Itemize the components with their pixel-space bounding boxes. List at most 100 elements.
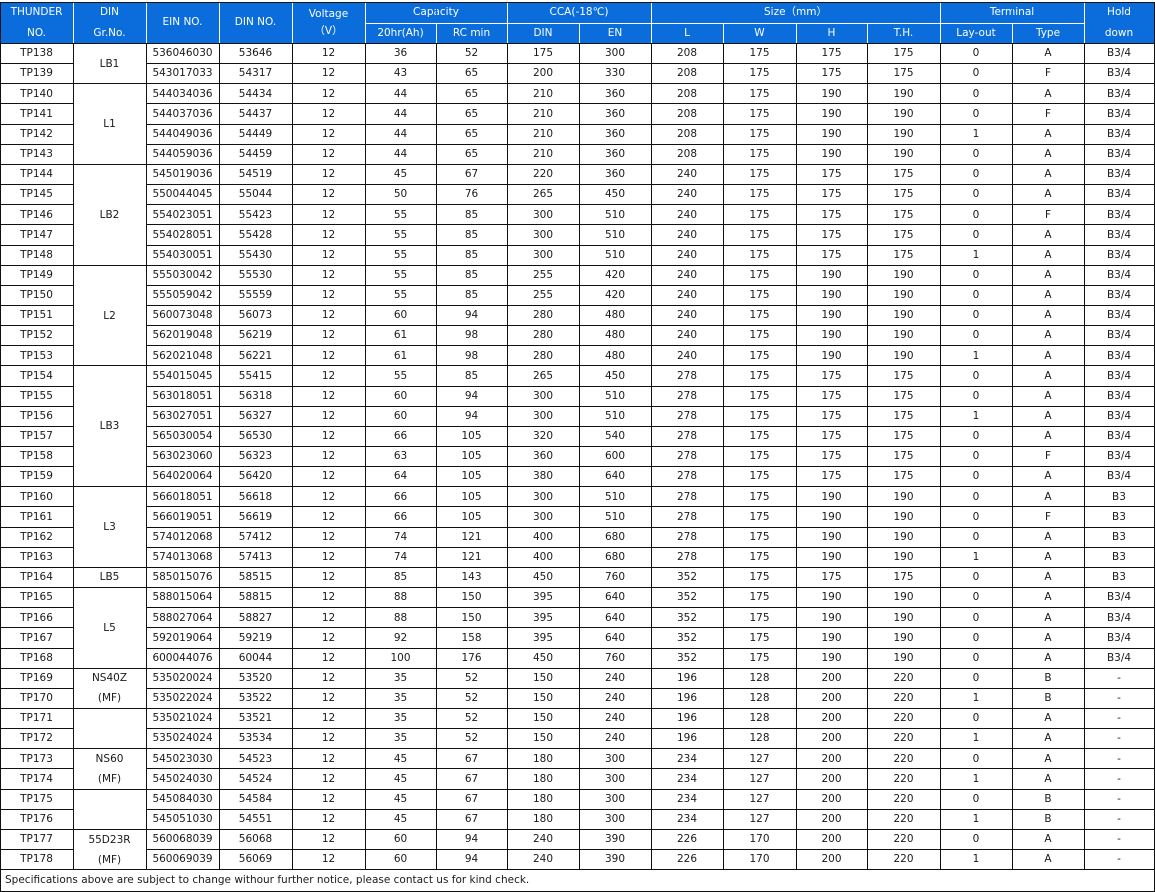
din-group-cell: 55D23R (MF) [74, 829, 145, 870]
cell-size-h: 200 [797, 809, 866, 829]
cell-hold-down: B3/4 [1085, 608, 1153, 628]
cell-cca-en: 510 [580, 245, 650, 265]
cell-cca-din: 450 [508, 567, 578, 588]
cell-hold-down: - [1085, 789, 1153, 809]
cell-ein-no: 545051030 [147, 809, 218, 829]
cell-terminal-type: A [1013, 285, 1083, 305]
cell-size-th: 175 [868, 567, 939, 588]
cell-size-w: 175 [724, 326, 795, 346]
cell-din-no: 54434 [220, 84, 291, 104]
cell-cca-din: 300 [508, 406, 578, 426]
cell-size-h: 190 [797, 487, 866, 507]
cell-cca-en: 640 [580, 588, 650, 608]
cell-voltage: 12 [293, 366, 364, 386]
cell-capacity-20hr: 44 [366, 104, 435, 124]
cell-size-h: 190 [797, 547, 866, 567]
cell-cca-din: 265 [508, 366, 578, 386]
cell-terminal-type: F [1013, 447, 1083, 467]
cell-voltage: 12 [293, 447, 364, 467]
cell-ein-no: 544059036 [147, 144, 218, 164]
cell-hold-down: B3/4 [1085, 225, 1153, 245]
cell-size-l: 352 [652, 648, 722, 668]
grid-hline-row [0, 506, 74, 508]
cell-terminal-type: A [1013, 628, 1083, 648]
cell-thunder-no: TP143 [1, 144, 72, 164]
cell-voltage: 12 [293, 749, 364, 769]
cell-terminal-layout: 0 [941, 265, 1011, 285]
cell-terminal-type: A [1013, 225, 1083, 245]
cell-voltage: 12 [293, 205, 364, 225]
cell-size-l: 234 [652, 789, 722, 809]
cell-ein-no: 555030042 [147, 265, 218, 285]
cell-cca-din: 240 [508, 850, 578, 870]
cell-size-h: 175 [797, 567, 866, 588]
cell-cca-en: 300 [580, 789, 650, 809]
cell-size-h: 190 [797, 346, 866, 366]
cell-capacity-rc: 85 [437, 265, 506, 285]
cell-thunder-no: TP144 [1, 164, 72, 185]
cell-cca-din: 280 [508, 305, 578, 326]
grid-vline [940, 2, 941, 870]
cell-capacity-rc: 98 [437, 326, 506, 346]
cell-cca-en: 640 [580, 467, 650, 487]
cell-thunder-no: TP141 [1, 104, 72, 124]
din-group-cell: L5 [74, 588, 145, 668]
cell-voltage: 12 [293, 527, 364, 547]
cell-terminal-layout: 1 [941, 245, 1011, 265]
grid-hline-row [146, 728, 1155, 730]
cell-terminal-type: B [1013, 688, 1083, 708]
cell-cca-din: 380 [508, 467, 578, 487]
cell-din-no: 54551 [220, 809, 291, 829]
cell-size-th: 190 [868, 144, 939, 164]
cell-capacity-20hr: 45 [366, 769, 435, 789]
cell-din-no: 55428 [220, 225, 291, 245]
grid-hline-row [0, 486, 1155, 488]
cell-cca-din: 400 [508, 547, 578, 567]
cell-cca-din: 395 [508, 608, 578, 628]
cell-capacity-rc: 176 [437, 648, 506, 668]
cell-cca-din: 180 [508, 809, 578, 829]
grid-hline-row [146, 184, 1155, 186]
cell-capacity-20hr: 64 [366, 467, 435, 487]
cell-size-th: 190 [868, 547, 939, 567]
header-vsep [365, 3, 366, 43]
header-vsep [219, 3, 220, 43]
cell-capacity-20hr: 43 [366, 64, 435, 84]
cell-voltage: 12 [293, 628, 364, 648]
cell-capacity-20hr: 55 [366, 265, 435, 285]
cell-terminal-layout: 0 [941, 285, 1011, 305]
cell-terminal-layout: 0 [941, 426, 1011, 446]
cell-size-l: 240 [652, 346, 722, 366]
cell-voltage: 12 [293, 346, 364, 366]
grid-vline [219, 2, 220, 870]
cell-capacity-20hr: 92 [366, 628, 435, 648]
cell-thunder-no: TP152 [1, 326, 72, 346]
header-vsep [146, 3, 147, 43]
cell-ein-no: 543017033 [147, 64, 218, 84]
cell-din-no: 58815 [220, 588, 291, 608]
cell-cca-en: 300 [580, 749, 650, 769]
cell-hold-down: B3/4 [1085, 406, 1153, 426]
cell-ein-no: 545019036 [147, 164, 218, 185]
cell-size-h: 190 [797, 527, 866, 547]
cell-size-w: 127 [724, 809, 795, 829]
cell-hold-down: - [1085, 668, 1153, 688]
cell-size-l: 240 [652, 305, 722, 326]
cell-ein-no: 566019051 [147, 507, 218, 527]
cell-terminal-layout: 0 [941, 588, 1011, 608]
din-group-cell: NS60 (MF) [74, 749, 145, 789]
cell-terminal-layout: 1 [941, 346, 1011, 366]
grid-hline-row [146, 506, 1155, 508]
cell-capacity-rc: 85 [437, 205, 506, 225]
cell-size-th: 190 [868, 346, 939, 366]
cell-thunder-no: TP140 [1, 84, 72, 104]
cell-cca-din: 150 [508, 668, 578, 688]
cell-capacity-20hr: 55 [366, 366, 435, 386]
cell-hold-down: B3/4 [1085, 104, 1153, 124]
cell-din-no: 54524 [220, 769, 291, 789]
cell-capacity-20hr: 44 [366, 144, 435, 164]
cell-capacity-20hr: 60 [366, 386, 435, 406]
cell-voltage: 12 [293, 104, 364, 124]
cell-thunder-no: TP156 [1, 406, 72, 426]
cell-hold-down: B3/4 [1085, 84, 1153, 104]
